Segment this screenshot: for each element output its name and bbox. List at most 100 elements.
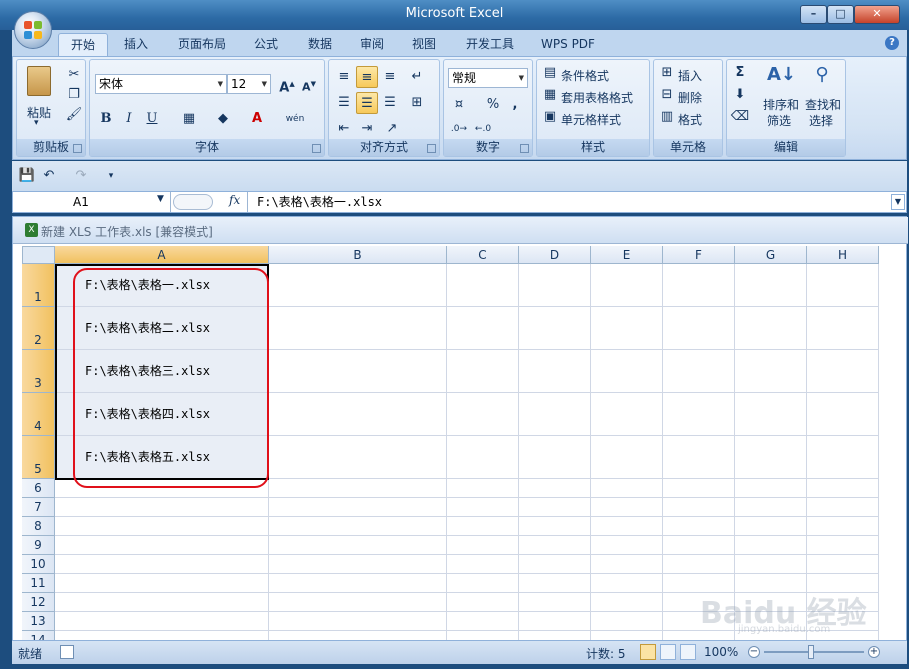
cell-c4[interactable] xyxy=(447,393,519,436)
cell-e2[interactable] xyxy=(591,307,663,350)
zoom-slider-track[interactable] xyxy=(764,651,864,653)
cell-f7[interactable] xyxy=(663,498,735,517)
cell-g4[interactable] xyxy=(735,393,807,436)
row-header-2[interactable]: 2 xyxy=(22,307,55,350)
cell-c13[interactable] xyxy=(447,612,519,631)
normal-view-icon[interactable] xyxy=(640,644,656,660)
cell-g7[interactable] xyxy=(735,498,807,517)
cell-b10[interactable] xyxy=(269,555,447,574)
cell-c7[interactable] xyxy=(447,498,519,517)
column-header-f[interactable]: F xyxy=(663,246,735,264)
row-header-12[interactable]: 12 xyxy=(22,593,55,612)
cell-f5[interactable] xyxy=(663,436,735,479)
cell-d3[interactable] xyxy=(519,350,591,393)
help-icon[interactable]: ? xyxy=(885,36,899,50)
conditional-format-button[interactable]: 条件格式 xyxy=(561,67,609,84)
cell-d6[interactable] xyxy=(519,479,591,498)
undo-icon[interactable]: ↶ xyxy=(38,165,60,187)
cell-f10[interactable] xyxy=(663,555,735,574)
cell-d9[interactable] xyxy=(519,536,591,555)
font-size-combo[interactable]: 12 ▼ xyxy=(227,74,271,94)
tab-page-layout[interactable]: 页面布局 xyxy=(170,33,234,56)
insert-cells-button[interactable]: 插入 xyxy=(678,67,702,84)
paste-dropdown-icon[interactable]: ▾ xyxy=(34,118,39,128)
cell-a7[interactable] xyxy=(55,498,269,517)
cell-e5[interactable] xyxy=(591,436,663,479)
row-header-1[interactable]: 1 xyxy=(22,264,55,307)
cell-h1[interactable] xyxy=(807,264,879,307)
cell-g9[interactable] xyxy=(735,536,807,555)
zoom-in-icon[interactable]: + xyxy=(868,646,880,658)
cell-d5[interactable] xyxy=(519,436,591,479)
cell-h8[interactable] xyxy=(807,517,879,536)
borders-icon[interactable]: ▦ xyxy=(178,108,200,130)
cell-e8[interactable] xyxy=(591,517,663,536)
format-as-table-icon[interactable]: ▦ xyxy=(539,84,561,106)
zoom-out-icon[interactable]: − xyxy=(748,646,760,658)
row-header-7[interactable]: 7 xyxy=(22,498,55,517)
cell-g2[interactable] xyxy=(735,307,807,350)
cell-f4[interactable] xyxy=(663,393,735,436)
dialog-launcher-icon[interactable] xyxy=(73,144,82,153)
cell-c3[interactable] xyxy=(447,350,519,393)
tab-home[interactable]: 开始 xyxy=(58,33,108,56)
cell-g10[interactable] xyxy=(735,555,807,574)
align-middle-icon[interactable]: ≡ xyxy=(356,66,378,88)
sort-filter-label-2[interactable]: 筛选 xyxy=(767,112,791,129)
cell-c2[interactable] xyxy=(447,307,519,350)
row-header-8[interactable]: 8 xyxy=(22,517,55,536)
column-header-b[interactable]: B xyxy=(269,246,447,264)
zoom-level[interactable]: 100% xyxy=(704,645,738,659)
cell-e12[interactable] xyxy=(591,593,663,612)
insert-function-button[interactable]: fx xyxy=(229,193,240,207)
expand-formula-icon[interactable]: ▼ xyxy=(891,194,905,210)
cell-f8[interactable] xyxy=(663,517,735,536)
cell-g8[interactable] xyxy=(735,517,807,536)
dialog-launcher-icon[interactable] xyxy=(520,144,529,153)
dialog-launcher-icon[interactable] xyxy=(312,144,321,153)
shrink-font-icon[interactable]: A▼ xyxy=(298,73,320,95)
cell-a11[interactable] xyxy=(55,574,269,593)
increase-decimal-icon[interactable]: .0→ xyxy=(448,118,470,140)
column-header-c[interactable]: C xyxy=(447,246,519,264)
select-all-corner[interactable] xyxy=(22,246,55,264)
bold-button[interactable]: B xyxy=(95,108,117,130)
cell-a12[interactable] xyxy=(55,593,269,612)
cell-a9[interactable] xyxy=(55,536,269,555)
cell-h6[interactable] xyxy=(807,479,879,498)
cell-f2[interactable] xyxy=(663,307,735,350)
cell-d4[interactable] xyxy=(519,393,591,436)
format-cells-button[interactable]: 格式 xyxy=(678,111,702,128)
cell-c9[interactable] xyxy=(447,536,519,555)
cell-e13[interactable] xyxy=(591,612,663,631)
cell-f1[interactable] xyxy=(663,264,735,307)
fill-color-icon[interactable]: ◆ xyxy=(212,108,234,130)
close-button[interactable]: ✕ xyxy=(854,5,900,24)
cell-b5[interactable] xyxy=(269,436,447,479)
find-select-label-2[interactable]: 选择 xyxy=(809,112,833,129)
format-painter-icon[interactable]: 🖌 xyxy=(63,104,85,126)
delete-cells-button[interactable]: 删除 xyxy=(678,89,702,106)
cell-h2[interactable] xyxy=(807,307,879,350)
copy-icon[interactable]: ❐ xyxy=(63,84,85,106)
number-format-combo[interactable]: 常规 ▼ xyxy=(448,68,528,88)
cell-g5[interactable] xyxy=(735,436,807,479)
cell-d12[interactable] xyxy=(519,593,591,612)
find-select-label-1[interactable]: 查找和 xyxy=(805,96,841,113)
cell-e6[interactable] xyxy=(591,479,663,498)
cell-a8[interactable] xyxy=(55,517,269,536)
decrease-decimal-icon[interactable]: ←.0 xyxy=(472,118,494,140)
column-header-d[interactable]: D xyxy=(519,246,591,264)
row-header-10[interactable]: 10 xyxy=(22,555,55,574)
cell-d2[interactable] xyxy=(519,307,591,350)
cell-g1[interactable] xyxy=(735,264,807,307)
cell-e10[interactable] xyxy=(591,555,663,574)
cell-a13[interactable] xyxy=(55,612,269,631)
cell-c5[interactable] xyxy=(447,436,519,479)
sort-filter-label-1[interactable]: 排序和 xyxy=(763,96,799,113)
paste-label[interactable]: 粘贴 xyxy=(27,104,51,121)
name-box[interactable]: A1 xyxy=(13,192,171,212)
name-box-dropdown-icon[interactable]: ▼ xyxy=(157,194,164,204)
cell-a10[interactable] xyxy=(55,555,269,574)
format-as-table-button[interactable]: 套用表格格式 xyxy=(561,89,633,106)
